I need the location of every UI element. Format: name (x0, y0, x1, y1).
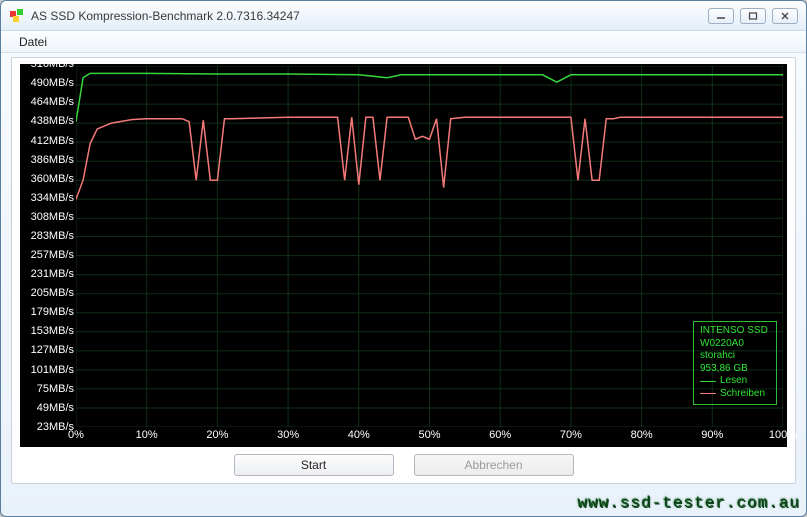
chart-area: 516MB/s490MB/s464MB/s438MB/s412MB/s386MB… (20, 64, 787, 447)
legend-read-swatch (700, 381, 716, 382)
y-tick: 127MB/s (31, 344, 74, 356)
x-tick: 90% (701, 429, 723, 441)
window-title: AS SSD Kompression-Benchmark 2.0.7316.34… (31, 9, 708, 23)
content-panel: 516MB/s 490MB/s 464MB/s 438MB/s 412MB/s 386MB… (11, 57, 796, 484)
y-tick: 75MB/s (37, 383, 74, 395)
legend-device: INTENSO SSD (700, 325, 770, 338)
x-tick: 30% (277, 429, 299, 441)
window-controls (708, 8, 798, 24)
y-tick: 49MB/s (37, 402, 74, 414)
y-tick: 179MB/s (31, 306, 74, 318)
y-tick: 283MB/s (31, 230, 74, 242)
y-tick: 438MB/s (31, 115, 74, 127)
watermark: www.ssd-tester.com.au (577, 494, 800, 512)
y-tick: 490MB/s (31, 77, 74, 89)
app-window: AS SSD Kompression-Benchmark 2.0.7316.34… (0, 0, 807, 517)
legend-capacity: 953,86 GB (700, 363, 770, 376)
minimize-button[interactable] (708, 8, 734, 24)
legend-write: Schreiben (700, 388, 770, 401)
y-tick: 153MB/s (31, 325, 74, 337)
menu-file[interactable]: Datei (11, 33, 55, 51)
y-tick: 257MB/s (31, 249, 74, 261)
y-tick: 205MB/s (31, 287, 74, 299)
y-tick: 386MB/s (31, 154, 74, 166)
x-tick: 80% (631, 429, 653, 441)
y-tick: 360MB/s (31, 173, 74, 185)
x-tick: 70% (560, 429, 582, 441)
menubar: Datei (1, 31, 806, 53)
legend-read: Lesen (700, 375, 770, 388)
legend-read-label: Lesen (720, 375, 747, 388)
x-tick: 60% (489, 429, 511, 441)
button-row: Start Abbrechen (12, 451, 795, 479)
plot: INTENSO SSD W0220A0 storahci 953,86 GB L… (76, 66, 783, 427)
x-tick: 40% (348, 429, 370, 441)
y-axis: 516MB/s490MB/s464MB/s438MB/s412MB/s386MB… (20, 64, 76, 427)
x-axis: 0%10%20%30%40%50%60%70%80%90%100% (76, 429, 783, 445)
legend-write-swatch (700, 393, 716, 394)
y-tick: 412MB/s (31, 135, 74, 147)
x-tick: 0% (68, 429, 84, 441)
legend-write-label: Schreiben (720, 388, 765, 401)
y-tick: 101MB/s (31, 364, 74, 376)
x-tick: 100% (769, 429, 797, 441)
x-tick: 50% (418, 429, 440, 441)
y-tick: 516MB/s (31, 58, 74, 70)
titlebar[interactable]: AS SSD Kompression-Benchmark 2.0.7316.34… (1, 1, 806, 31)
y-tick: 231MB/s (31, 268, 74, 280)
start-button[interactable]: Start (234, 454, 394, 476)
close-button[interactable] (772, 8, 798, 24)
legend-driver: storahci (700, 350, 770, 363)
y-tick: 308MB/s (31, 211, 74, 223)
app-icon (9, 8, 25, 24)
plot-svg (76, 66, 783, 427)
legend: INTENSO SSD W0220A0 storahci 953,86 GB L… (693, 321, 777, 405)
y-tick: 464MB/s (31, 96, 74, 108)
y-tick: 334MB/s (31, 192, 74, 204)
cancel-button: Abbrechen (414, 454, 574, 476)
maximize-button[interactable] (740, 8, 766, 24)
legend-firmware: W0220A0 (700, 338, 770, 351)
x-tick: 20% (206, 429, 228, 441)
x-tick: 10% (136, 429, 158, 441)
